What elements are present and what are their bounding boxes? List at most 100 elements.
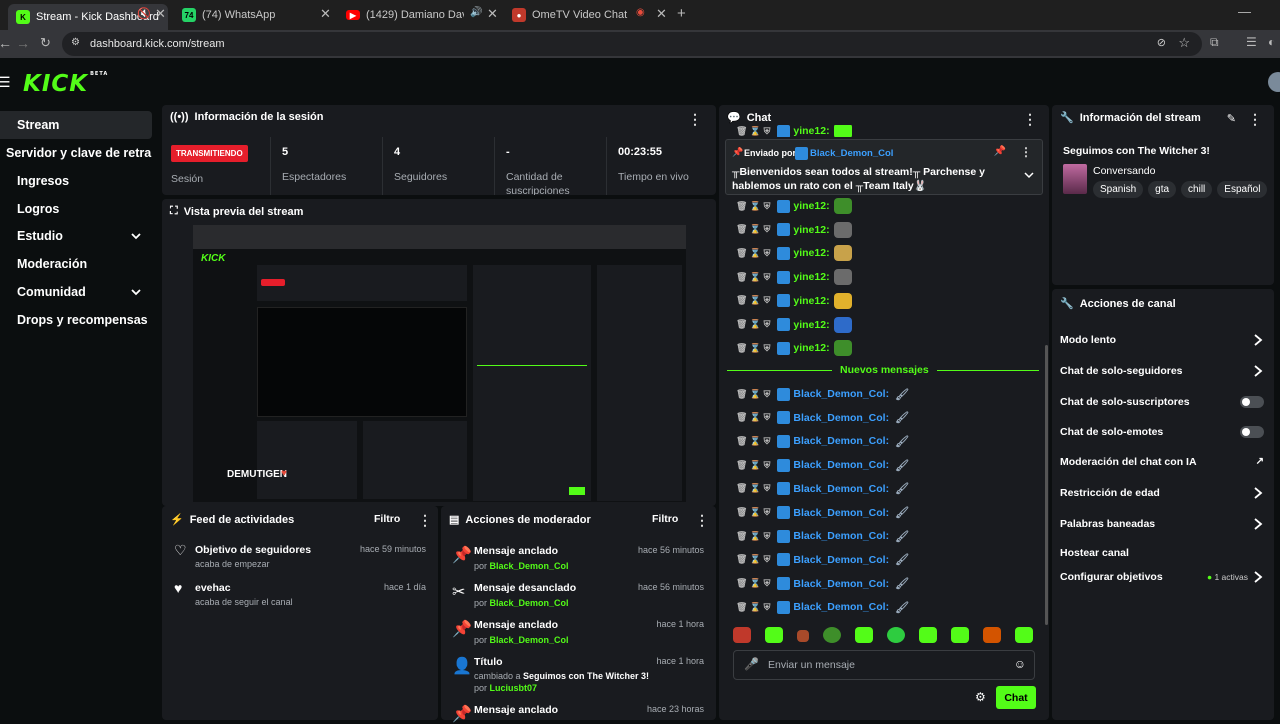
emoji-icon[interactable]: ☺	[1014, 657, 1026, 671]
channel-action-chat-de-solo-suscriptores[interactable]: Chat de solo-suscriptores	[1052, 387, 1274, 417]
mod-tools[interactable]: 🗑 ⌛ ⛨	[736, 343, 770, 354]
sidebar-item-moderacion[interactable]: Moderación	[0, 250, 152, 278]
site-info-icon[interactable]: ⚙	[71, 37, 80, 48]
mod-tools[interactable]: 🗑 ⌛ ⛨	[736, 412, 770, 423]
unpin-icon[interactable]: 📌	[994, 146, 1006, 157]
chat-username[interactable]: Black_Demon_Col:	[793, 412, 889, 424]
new-tab-icon[interactable]: +	[677, 5, 686, 22]
channel-action-chat-de-solo-emotes[interactable]: Chat de solo-emotes	[1052, 417, 1274, 447]
send-chat-button[interactable]: Chat	[996, 686, 1036, 709]
recording-tab-icon[interactable]: ◉	[636, 7, 645, 18]
mod-action-user[interactable]: Black_Demon_Col	[490, 561, 569, 571]
chat-username[interactable]: Black_Demon_Col:	[793, 388, 889, 400]
mod-tools[interactable]: 🗑 ⌛ ⛨	[736, 436, 770, 447]
sidebar-item-logros[interactable]: Logros	[0, 195, 152, 223]
mod-tools[interactable]: 🗑 ⌛ ⛨	[736, 295, 770, 306]
chat-username[interactable]: Black_Demon_Col:	[793, 601, 889, 613]
emote-icon[interactable]	[983, 627, 1001, 643]
chat-scrollbar[interactable]	[1045, 345, 1048, 625]
tag[interactable]: chill	[1181, 181, 1213, 198]
mod-tools[interactable]: 🗑 ⌛ ⛨	[736, 460, 770, 471]
more-options-icon[interactable]: ⋮	[1023, 111, 1037, 128]
channel-action-palabras-baneadas[interactable]: Palabras baneadas	[1052, 509, 1274, 539]
emote-icon[interactable]	[919, 627, 937, 643]
chat-username[interactable]: yine12:	[793, 342, 829, 354]
sidebar-item-ingresos[interactable]: Ingresos	[0, 167, 152, 195]
mod-tools[interactable]: 🗑 ⌛ ⛨	[736, 319, 770, 330]
chat-username[interactable]: Black_Demon_Col:	[793, 530, 889, 542]
chat-username[interactable]: yine12:	[793, 295, 829, 307]
toggle-switch[interactable]	[1240, 396, 1264, 408]
more-options-icon[interactable]: ⋮	[688, 111, 702, 128]
tag[interactable]: Spanish	[1093, 181, 1144, 198]
chat-username[interactable]: yine12:	[793, 224, 829, 236]
more-options-icon[interactable]: ⋮	[418, 512, 432, 529]
emote-icon[interactable]	[733, 627, 751, 643]
forward-icon[interactable]: →	[16, 35, 30, 51]
chat-username[interactable]: Black_Demon_Col:	[793, 459, 889, 471]
minimize-window-icon[interactable]: —	[1238, 4, 1251, 19]
channel-action-restricci-n-de-edad[interactable]: Restricción de edad	[1052, 478, 1274, 508]
chat-settings-icon[interactable]: ⚙	[975, 690, 986, 704]
sidebar-item-comunidad[interactable]: Comunidad	[0, 278, 152, 306]
sidebar-item-drops[interactable]: Drops y recompensas	[0, 306, 152, 334]
mod-action-user[interactable]: Luciusbt07	[490, 683, 538, 693]
mod-tools[interactable]: 🗑 ⌛ ⛨	[736, 578, 770, 589]
mod-tools[interactable]: 🗑 ⌛ ⛨	[736, 531, 770, 542]
mod-tools[interactable]: 🗑 ⌛ ⛨	[736, 602, 770, 613]
mod-tools[interactable]: 🗑 ⌛ ⛨	[736, 126, 770, 137]
chat-input[interactable]: 🎤 Enviar un mensaje ☺	[733, 650, 1035, 680]
mod-tools[interactable]: 🗑 ⌛ ⛨	[736, 201, 770, 212]
tab-whatsapp[interactable]: 74 (74) WhatsApp	[178, 4, 328, 26]
mod-tools[interactable]: 🗑 ⌛ ⛨	[736, 507, 770, 518]
filter-button[interactable]: Filtro	[652, 513, 678, 525]
close-tab-icon[interactable]: ✕	[656, 6, 667, 22]
mod-tools[interactable]: 🗑 ⌛ ⛨	[736, 554, 770, 565]
mute-tab-icon[interactable]: 🔇	[137, 7, 151, 20]
tag[interactable]: gta	[1148, 181, 1177, 198]
url-bar[interactable]: ⚙ dashboard.kick.com/stream ⊘ ☆	[62, 32, 1202, 56]
user-avatar[interactable]	[1268, 72, 1280, 92]
mod-action-user[interactable]: Black_Demon_Col	[490, 635, 569, 645]
close-tab-icon[interactable]: ✕	[487, 6, 498, 22]
mod-tools[interactable]: 🗑 ⌛ ⛨	[736, 272, 770, 283]
reload-icon[interactable]: ↻	[40, 35, 51, 51]
mod-tools[interactable]: 🗑 ⌛ ⛨	[736, 483, 770, 494]
chat-username[interactable]: yine12:	[793, 319, 829, 331]
chevron-down-icon[interactable]	[1024, 170, 1034, 180]
chat-username[interactable]: yine12:	[793, 271, 829, 283]
emote-icon[interactable]	[1015, 627, 1033, 643]
edit-pencil-icon[interactable]: ✎	[1227, 112, 1236, 125]
chat-username[interactable]: yine12:	[793, 247, 829, 259]
sidebar-item-stream[interactable]: Stream	[0, 111, 152, 139]
eye-off-icon[interactable]: ⊘	[1157, 36, 1166, 49]
pinned-username[interactable]: Black_Demon_Col	[810, 148, 893, 159]
chat-username[interactable]: Black_Demon_Col:	[793, 554, 889, 566]
mod-tools[interactable]: 🗑 ⌛ ⛨	[736, 248, 770, 259]
chat-username[interactable]: Black_Demon_Col:	[793, 507, 889, 519]
channel-action-configurar-objetivos[interactable]: Configurar objetivos ● 1 activas	[1052, 562, 1274, 592]
mod-tools[interactable]: 🗑 ⌛ ⛨	[736, 224, 770, 235]
microphone-icon[interactable]: 🎤	[744, 657, 759, 671]
chat-username[interactable]: Black_Demon_Col:	[793, 483, 889, 495]
toggle-switch[interactable]	[1240, 426, 1264, 438]
extensions-icon[interactable]: ⧉	[1210, 35, 1219, 50]
channel-action-moderaci-n-del-chat-con-ia[interactable]: Moderación del chat con IA ↗	[1052, 447, 1274, 477]
mod-tools[interactable]: 🗑 ⌛ ⛨	[736, 389, 770, 400]
more-options-icon[interactable]: ⋮	[1020, 145, 1032, 159]
menu-icon[interactable]: ☰	[0, 74, 11, 91]
tag[interactable]: Español	[1217, 181, 1268, 198]
profile-icon[interactable]: ◐	[1268, 35, 1275, 49]
stream-preview-video[interactable]: KICK DEMUTIGEN ♥	[193, 225, 686, 502]
chat-username[interactable]: Black_Demon_Col:	[793, 578, 889, 590]
emote-icon[interactable]	[855, 627, 873, 643]
channel-action-chat-de-solo-seguidores[interactable]: Chat de solo-seguidores	[1052, 356, 1274, 386]
emote-icon[interactable]	[951, 627, 969, 643]
chat-username[interactable]: yine12:	[793, 200, 829, 212]
emote-icon[interactable]	[823, 627, 841, 643]
chat-username[interactable]: Black_Demon_Col:	[793, 435, 889, 447]
more-options-icon[interactable]: ⋮	[1248, 111, 1262, 128]
tab-ometv[interactable]: ● OmeTV Video Chat — Ome	[510, 4, 630, 26]
filter-button[interactable]: Filtro	[374, 513, 400, 525]
emote-icon[interactable]	[887, 627, 905, 643]
